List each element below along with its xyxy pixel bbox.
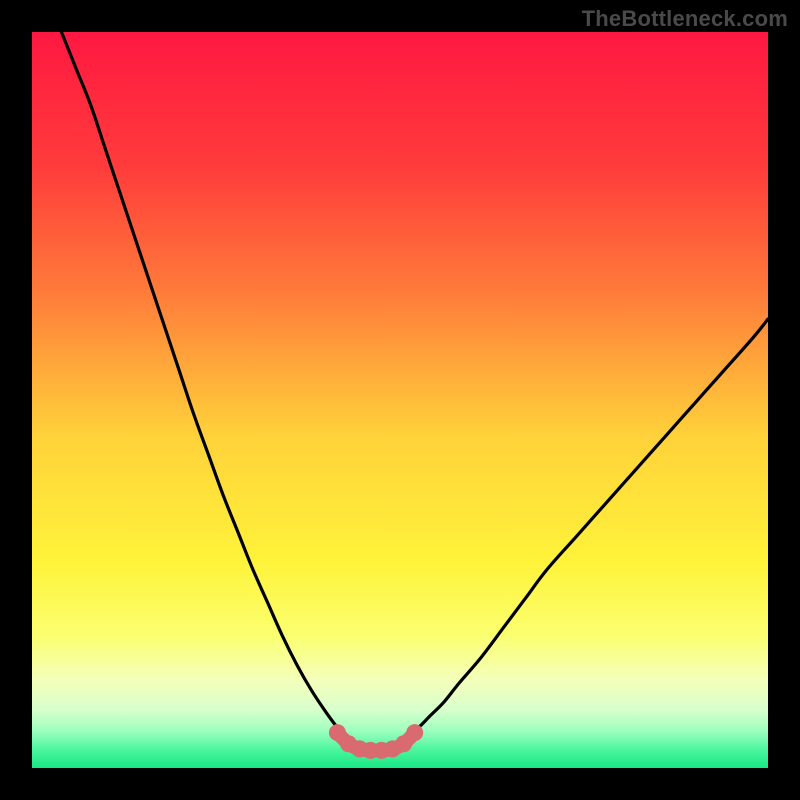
floor-highlight-point	[406, 724, 423, 741]
gradient-background	[32, 32, 768, 768]
chart-frame: TheBottleneck.com	[0, 0, 800, 800]
watermark-text: TheBottleneck.com	[582, 6, 788, 32]
bottleneck-curve-chart	[32, 32, 768, 768]
plot-area	[32, 32, 768, 768]
